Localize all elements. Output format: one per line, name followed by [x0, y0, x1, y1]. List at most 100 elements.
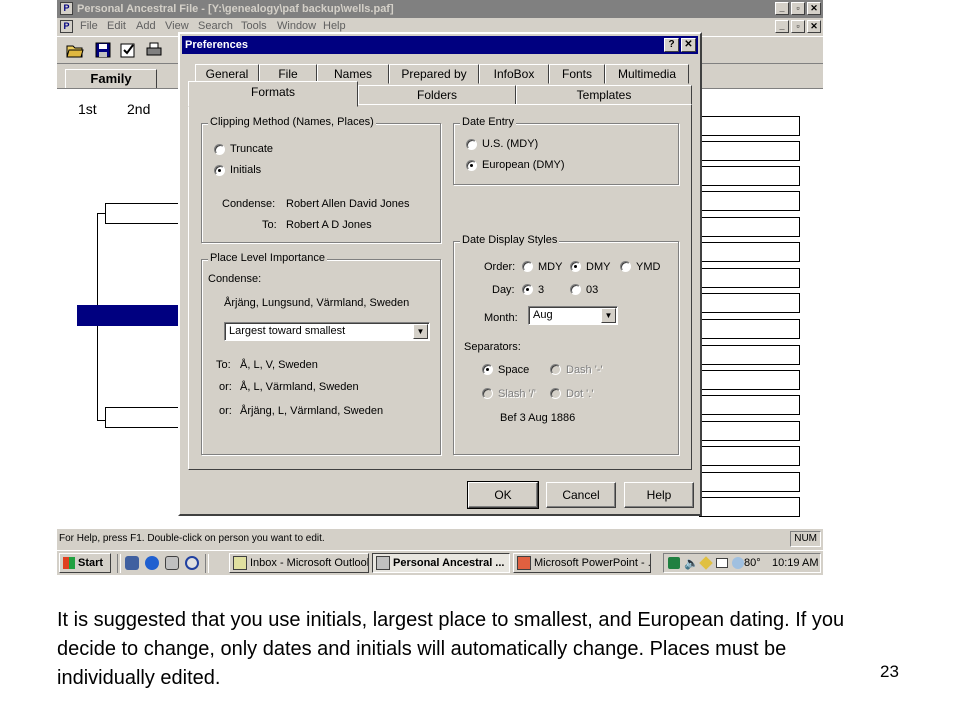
outlook-icon[interactable] [165, 556, 179, 570]
ancestor-box[interactable] [699, 141, 800, 161]
dialog-titlebar: Preferences ? ✕ [182, 36, 698, 54]
ok-button[interactable]: OK [467, 481, 539, 509]
help-button[interactable]: Help [624, 482, 694, 508]
ancestor-box[interactable] [699, 497, 800, 517]
tab-multimedia[interactable]: Multimedia [605, 64, 689, 84]
doc-menu-icon[interactable]: P [60, 20, 73, 33]
minimize-button[interactable]: _ [775, 2, 789, 15]
clip-condense-label: Condense: [222, 198, 276, 210]
help-question-button[interactable]: ? [664, 38, 679, 52]
tray-app-icon[interactable] [668, 557, 680, 569]
taskbar-separator [117, 554, 121, 573]
father-box[interactable] [105, 203, 181, 224]
desktop-icon[interactable] [125, 556, 139, 570]
ancestor-box[interactable] [699, 242, 800, 262]
cancel-button[interactable]: Cancel [546, 482, 616, 508]
ancestor-box[interactable] [699, 116, 800, 136]
status-message: For Help, press F1. Double-click on pers… [59, 533, 325, 544]
menu-help[interactable]: Help [323, 20, 346, 32]
close-button[interactable]: ✕ [807, 2, 821, 15]
ancestor-box[interactable] [699, 217, 800, 237]
radio-order-dmy[interactable] [570, 261, 581, 272]
tab-templates[interactable]: Templates [516, 85, 692, 105]
save-disk-icon[interactable] [94, 41, 112, 59]
ancestor-box[interactable] [699, 446, 800, 466]
radio-truncate[interactable] [214, 144, 225, 155]
info-icon[interactable] [185, 556, 199, 570]
radio-us-mdy[interactable] [466, 139, 477, 150]
clipping-method-legend: Clipping Method (Names, Places) [208, 116, 376, 128]
menu-add[interactable]: Add [136, 20, 156, 32]
us-mdy-label: U.S. (MDY) [482, 138, 539, 150]
ancestor-box[interactable] [699, 395, 800, 415]
ancestor-box[interactable] [699, 370, 800, 390]
doc-restore-button[interactable]: ▫ [791, 20, 805, 33]
clock[interactable]: 10:19 AM [772, 557, 818, 569]
place-condense-label: Condense: [208, 273, 262, 285]
menu-view[interactable]: View [165, 20, 189, 32]
menu-window[interactable]: Window [277, 20, 316, 32]
tab-infobox[interactable]: InfoBox [479, 64, 549, 84]
ancestor-box[interactable] [699, 293, 800, 313]
radio-sep-slash[interactable] [482, 388, 493, 399]
place-to-value: Å, L, V, Sweden [240, 359, 318, 371]
taskbar-item-outlook[interactable]: Inbox - Microsoft Outlook [229, 553, 369, 573]
place-order-select[interactable]: Largest toward smallest ▼ [224, 322, 430, 341]
chevron-down-icon[interactable]: ▼ [413, 324, 428, 339]
edit-check-icon[interactable] [119, 41, 137, 59]
radio-sep-dash[interactable] [550, 364, 561, 375]
place-or-label: or: [219, 405, 232, 417]
radio-sep-space[interactable] [482, 364, 493, 375]
ancestor-box[interactable] [699, 421, 800, 441]
ancestor-box[interactable] [699, 166, 800, 186]
date-entry-group: Date Entry U.S. (MDY) European (DMY) [453, 116, 679, 185]
order-dmy-label: DMY [586, 261, 611, 273]
date-entry-legend: Date Entry [460, 116, 516, 128]
restore-button[interactable]: ▫ [791, 2, 805, 15]
ancestor-box[interactable] [699, 319, 800, 339]
ancestor-box[interactable] [699, 191, 800, 211]
print-icon[interactable] [145, 41, 163, 59]
taskbar-item-paf[interactable]: Personal Ancestral ... [372, 553, 510, 573]
place-order-value: Largest toward smallest [229, 325, 346, 337]
taskbar-item-powerpoint[interactable]: Microsoft PowerPoint - ... [513, 553, 651, 573]
tab-folders[interactable]: Folders [358, 85, 516, 105]
radio-european-dmy[interactable] [466, 160, 477, 171]
dialog-title: Preferences [185, 39, 248, 51]
tab-fonts[interactable]: Fonts [549, 64, 605, 84]
mail-icon[interactable] [716, 558, 728, 568]
ancestor-box[interactable] [699, 268, 800, 288]
open-folder-icon[interactable] [66, 41, 84, 59]
radio-sep-dot[interactable] [550, 388, 561, 399]
ancestor-box[interactable] [699, 472, 800, 492]
tray-tool-icon[interactable] [699, 556, 713, 570]
tab-prepared-by[interactable]: Prepared by [389, 64, 479, 84]
place-or1-value: Å, L, Värmland, Sweden [240, 381, 359, 393]
month-select[interactable]: Aug ▼ [528, 306, 618, 325]
mother-box[interactable] [105, 407, 181, 428]
ancestor-box[interactable] [699, 345, 800, 365]
start-button[interactable]: Start [59, 553, 111, 573]
internet-explorer-icon[interactable] [145, 556, 159, 570]
radio-day-03[interactable] [570, 284, 581, 295]
radio-order-mdy[interactable] [522, 261, 533, 272]
chevron-down-icon[interactable]: ▼ [601, 308, 616, 323]
radio-initials[interactable] [214, 165, 225, 176]
day-label: Day: [492, 284, 515, 296]
status-bar: For Help, press F1. Double-click on pers… [57, 529, 823, 549]
menu-search[interactable]: Search [198, 20, 233, 32]
radio-day-3[interactable] [522, 284, 533, 295]
speaker-icon[interactable]: 🔈 [684, 556, 699, 570]
doc-minimize-button[interactable]: _ [775, 20, 789, 33]
dialog-close-button[interactable]: ✕ [681, 38, 696, 52]
doc-close-button[interactable]: ✕ [807, 20, 821, 33]
tab-family[interactable]: Family [65, 69, 157, 89]
menu-edit[interactable]: Edit [107, 20, 126, 32]
selected-person-box[interactable] [77, 305, 181, 326]
menu-file[interactable]: File [80, 20, 98, 32]
radio-order-ymd[interactable] [620, 261, 631, 272]
weather-icon[interactable] [732, 557, 744, 569]
tab-formats[interactable]: Formats [188, 81, 358, 107]
paf-app-icon: P [60, 2, 73, 15]
menu-tools[interactable]: Tools [241, 20, 267, 32]
